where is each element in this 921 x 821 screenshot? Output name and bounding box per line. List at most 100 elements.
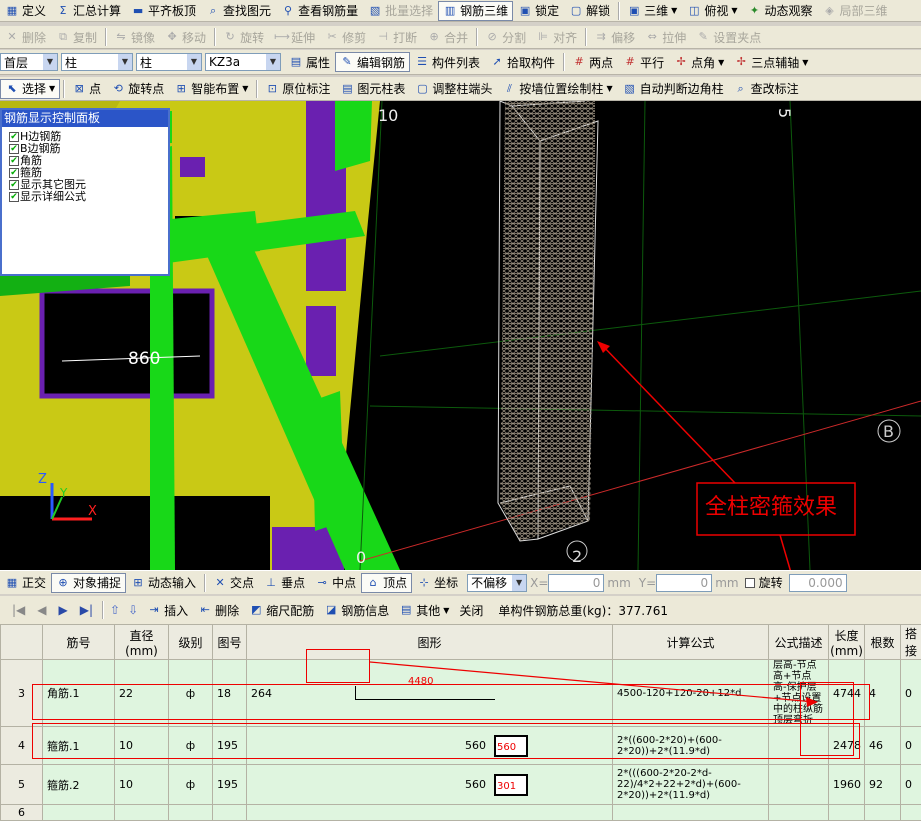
close-button[interactable]: 关闭 [454,600,488,620]
bar-name-cell[interactable]: 箍筋.2 [43,765,115,805]
smart-layout-button[interactable]: ⊞智能布置▼ [169,79,253,99]
lap-cell[interactable] [901,805,921,821]
toolbar-button-unlock[interactable]: ▢解锁 [564,1,615,21]
delete-button[interactable]: ⇤删除 [193,600,244,620]
length-cell[interactable]: 1960 [829,765,865,805]
two-point-button[interactable]: #两点 [567,52,618,72]
member-select[interactable]: KZ3a▼ [205,53,281,71]
count-cell[interactable] [865,805,901,821]
delete-button[interactable]: ✕删除 [0,27,51,47]
rebar-info-button[interactable]: ◪钢筋信息 [319,600,394,620]
shape-cell[interactable]: 560301 [247,765,613,805]
align-button[interactable]: ⊫对齐 [531,27,582,47]
adjust-column-end-button[interactable]: ▢调整柱端头 [410,79,497,99]
toolbar-button-find-element[interactable]: ⌕查找图元 [201,1,276,21]
count-cell[interactable]: 46 [865,727,901,765]
count-cell[interactable]: 92 [865,765,901,805]
y-input[interactable]: 0 [656,574,712,592]
stretch-button[interactable]: ⇔拉伸 [640,27,691,47]
floor-select[interactable]: 首层▼ [0,53,58,71]
select-button[interactable]: ⬉选择▼ [0,79,60,99]
toolbar-button-define[interactable]: ▦定义 [0,1,51,21]
last-record-icon[interactable]: ▶| [80,603,93,617]
x-input[interactable]: 0 [548,574,604,592]
draw-by-wall-button[interactable]: ⫽按墙位置绘制柱▼ [497,79,617,99]
check-annotation-button[interactable]: ⌕查改标注 [729,79,804,99]
insert-button[interactable]: ⇥插入 [142,600,193,620]
diameter-cell[interactable]: 10 [115,765,169,805]
parallel-button[interactable]: #平行 [618,52,669,72]
toolbar-button-flat-board[interactable]: ▬平齐板顶 [126,1,201,21]
break-button[interactable]: ⊣打断 [371,27,422,47]
edit-rebar-button[interactable]: ✎编辑钢筋 [335,52,410,72]
grade-cell[interactable] [169,805,213,821]
description-cell[interactable] [769,765,829,805]
move-button[interactable]: ✥移动 [160,27,211,47]
lap-cell[interactable]: 0 [901,765,921,805]
table-row[interactable]: 6 [1,805,921,821]
rotate-point-button[interactable]: ⟲旋转点 [106,79,169,99]
checkbox-checked-icon[interactable]: ✔ [9,132,19,142]
formula-cell[interactable] [613,805,769,821]
toolbar-button-batch-select[interactable]: ▧批量选择 [363,1,438,21]
checkbox-checked-icon[interactable]: ✔ [9,144,19,154]
inplace-annotation-button[interactable]: ⊡原位标注 [260,79,335,99]
toolbar-button-lock[interactable]: ▣锁定 [513,1,564,21]
trim-button[interactable]: ✂修剪 [320,27,371,47]
set-grip-button[interactable]: ✎设置夹点 [691,27,766,47]
toolbar-button-rebar-3d[interactable]: ▥钢筋三维 [438,1,513,21]
figure-number-cell[interactable]: 195 [213,765,247,805]
three-point-axis-button[interactable]: ✢三点辅轴▼ [729,52,813,72]
panel-option[interactable]: ✔显示详细公式 [2,191,168,203]
split-button[interactable]: ⊘分割 [480,27,531,47]
length-cell[interactable] [829,805,865,821]
rotate-input[interactable]: 0.000 [789,574,847,592]
local-3d-button[interactable]: ◈局部三维 [818,1,893,21]
coordinate-snap-button[interactable]: ⊹坐标 [412,573,463,593]
object-snap-button[interactable]: ⊕对象捕捉 [51,573,126,593]
bar-name-cell[interactable] [43,805,115,821]
table-row[interactable]: 5箍筋.210ф1955603012*(((600-2*20-2*d-22)/4… [1,765,921,805]
checkbox-checked-icon[interactable]: ✔ [9,192,19,202]
move-down-icon[interactable]: ⇩ [128,603,138,617]
vertex-snap-button[interactable]: ⌂顶点 [361,573,412,593]
offset-select[interactable]: 不偏移▼ [467,574,527,592]
pick-member-button[interactable]: ➚拾取构件 [485,52,560,72]
intersect-snap-button[interactable]: ✕交点 [208,573,259,593]
perpendicular-snap-button[interactable]: ⊥垂点 [259,573,310,593]
view-mode-3d-select[interactable]: ▣三维▼ [622,1,682,21]
formula-cell[interactable]: 2*(((600-2*20-2*d-22)/4*2+22+2*d)+(600-2… [613,765,769,805]
mirror-button[interactable]: ⇋镜像 [109,27,160,47]
scale-rebar-button[interactable]: ◩缩尺配筋 [244,600,319,620]
point-button[interactable]: ⊠点 [67,79,106,99]
merge-button[interactable]: ⊕合并 [422,27,473,47]
rotate-button[interactable]: ↻旋转 [218,27,269,47]
copy-button[interactable]: ⧉复制 [51,27,102,47]
move-up-icon[interactable]: ⇧ [110,603,120,617]
auto-corner-column-button[interactable]: ▧自动判断边角柱 [618,79,729,99]
prev-record-icon[interactable]: ◀ [37,603,46,617]
grade-cell[interactable]: ф [169,765,213,805]
midpoint-snap-button[interactable]: ⊸中点 [310,573,361,593]
toolbar-button-view-rebar[interactable]: ⚲查看钢筋量 [276,1,363,21]
description-cell[interactable] [769,805,829,821]
toolbar-button-sum[interactable]: Σ汇总计算 [51,1,126,21]
member-list-button[interactable]: ☰构件列表 [410,52,485,72]
properties-button[interactable]: ▤属性 [284,52,335,72]
checkbox-checked-icon[interactable]: ✔ [9,168,19,178]
checkbox-checked-icon[interactable]: ✔ [9,180,19,190]
lap-cell[interactable]: 0 [901,727,921,765]
orbit-button[interactable]: ✦动态观察 [742,1,817,21]
other-menu-button[interactable]: ▤其他▼ [394,600,454,620]
shape-cell[interactable] [247,805,613,821]
offset-button[interactable]: ⇉偏移 [589,27,640,47]
first-record-icon[interactable]: |◀ [12,603,25,617]
column-table-button[interactable]: ▤图元柱表 [335,79,410,99]
category-select[interactable]: 柱▼ [61,53,133,71]
point-angle-button[interactable]: ✢点角▼ [669,52,729,72]
checkbox-checked-icon[interactable]: ✔ [9,156,19,166]
lap-cell[interactable]: 0 [901,660,921,727]
figure-number-cell[interactable] [213,805,247,821]
dynamic-input-button[interactable]: ⊞动态输入 [126,573,201,593]
extend-button[interactable]: ⟼延伸 [269,27,320,47]
